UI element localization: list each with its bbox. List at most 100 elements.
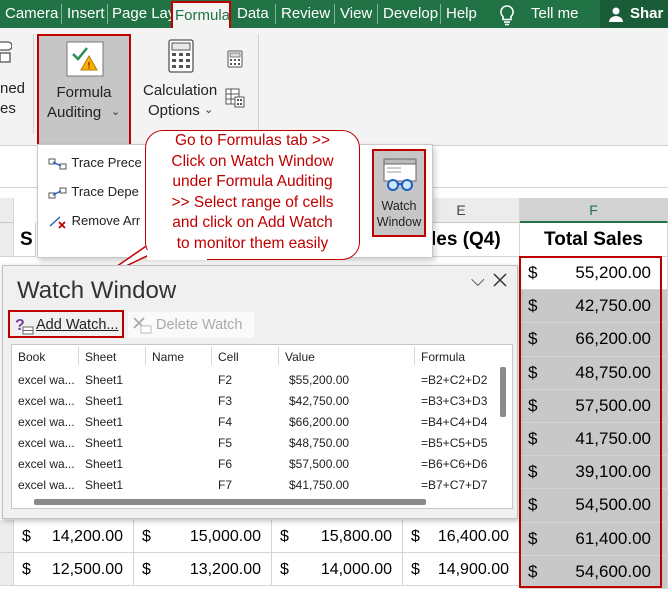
watch-list: Book Sheet Name Cell Value Formula excel… (11, 344, 513, 509)
ribbon-tab-bar: Camera Insert Page Lay Formula Data Revi… (0, 0, 668, 28)
ribbon-body: ned es ! Formula Auditing ⌄ Calculation … (0, 28, 668, 146)
selected-range-highlight (519, 256, 662, 588)
trace-precedents-icon (48, 158, 67, 170)
sales-value: 13,200.00 (189, 561, 261, 578)
tab-page-layout[interactable]: Page Lay (112, 5, 175, 22)
sales-cell[interactable]: $14,000.00 (272, 553, 403, 586)
currency-symbol: $ (142, 561, 151, 578)
tab-review[interactable]: Review (281, 5, 330, 22)
header-cell-total-sales[interactable]: Total Sales (520, 223, 668, 257)
watch-row[interactable]: excel wa... Sheet1 F7 $41,750.00 =B7+C7+D7 (12, 475, 502, 496)
trace-dependents-item[interactable]: Trace Depe (48, 184, 139, 201)
watch-row[interactable]: excel wa... Sheet1 F5 $48,750.00 =B5+C5+D5 (12, 433, 502, 454)
sales-value: 14,900.00 (437, 561, 509, 578)
defined-names-label-2[interactable]: es (0, 100, 16, 117)
lightbulb-icon (500, 5, 514, 26)
row-header[interactable] (0, 553, 14, 586)
tell-me-search[interactable]: Tell me (531, 5, 579, 22)
calculator-icon (168, 39, 194, 73)
remove-arrows-item[interactable]: Remove Arr (48, 213, 140, 230)
chevron-down-icon: ⌄ (204, 104, 214, 116)
watch-window-icon (383, 158, 417, 191)
watch-cell: =B4+C4+D4 (421, 415, 488, 429)
trace-dependents-icon (48, 187, 67, 199)
watch-cell: F2 (218, 373, 233, 387)
add-watch-button[interactable]: ? Add Watch... (8, 310, 124, 338)
sales-cell[interactable]: $14,200.00 (14, 520, 134, 553)
watch-col-sheet[interactable]: Sheet (85, 350, 116, 364)
watch-row[interactable]: excel wa... Sheet1 F4 $66,200.00 =B4+C4+D4 (12, 412, 502, 433)
watch-cell: Sheet1 (85, 373, 124, 387)
watch-cell: =B5+C5+D5 (421, 436, 488, 450)
watch-col-book[interactable]: Book (18, 350, 45, 364)
watch-cell: Sheet1 (85, 415, 124, 429)
tab-developer[interactable]: Develop (383, 5, 438, 22)
column-header-blank (0, 198, 14, 223)
watch-row[interactable]: excel wa... Sheet1 F3 $42,750.00 =B3+C3+D3 (12, 391, 502, 412)
collapse-chevron-icon[interactable]: ⌵ (471, 270, 485, 291)
sales-cell[interactable]: $15,000.00 (134, 520, 272, 553)
header-cell-partial[interactable]: S (14, 223, 36, 257)
watch-col-formula[interactable]: Formula (421, 350, 465, 364)
watch-cell: excel wa... (18, 415, 75, 429)
watch-cell: =B3+C3+D3 (421, 394, 488, 408)
watch-cell: F7 (218, 478, 233, 492)
currency-symbol: $ (22, 561, 31, 578)
tab-formulas[interactable]: Formula (171, 1, 231, 28)
sales-cell[interactable]: $12,500.00 (14, 553, 134, 586)
currency-symbol: $ (22, 528, 31, 545)
add-watch-icon: ? (15, 317, 34, 335)
row-header[interactable] (0, 520, 14, 553)
watch-col-cell[interactable]: Cell (218, 350, 239, 364)
sales-value: 12,500.00 (51, 561, 123, 578)
watch-row[interactable]: excel wa... Sheet1 F2 $55,200.00 =B2+C2+D2 (12, 370, 502, 391)
watch-window-button[interactable]: Watch Window (372, 149, 426, 237)
sales-cell[interactable]: $13,200.00 (134, 553, 272, 586)
watch-cell: excel wa... (18, 394, 75, 408)
defined-names-icon (0, 41, 12, 63)
remove-arrows-icon (49, 216, 66, 229)
column-header-f[interactable]: F (520, 198, 668, 223)
watch-vertical-scrollbar[interactable] (500, 367, 506, 417)
currency-symbol: $ (280, 561, 289, 578)
sales-cell[interactable]: $14,900.00 (403, 553, 520, 586)
tab-help[interactable]: Help (446, 5, 477, 22)
watch-cell: excel wa... (18, 373, 75, 387)
calculation-options-label-2[interactable]: Options (148, 102, 200, 119)
currency-symbol: $ (411, 528, 420, 545)
watch-cell: excel wa... (18, 457, 75, 471)
tab-insert[interactable]: Insert (67, 5, 105, 22)
watch-cell: excel wa... (18, 478, 75, 492)
watch-cell: $55,200.00 (289, 373, 350, 387)
calculate-sheet-icon[interactable] (225, 88, 245, 108)
bottom-rows: $14,200.00 $15,000.00 $15,800.00 $16,400.00… (0, 520, 520, 590)
watch-cell: $66,200.00 (289, 415, 350, 429)
sales-cell[interactable]: $16,400.00 (403, 520, 520, 553)
watch-cell: F3 (218, 394, 233, 408)
watch-cell: $41,750.00 (289, 478, 350, 492)
delete-watch-button[interactable]: Delete Watch (128, 312, 254, 338)
watch-cell: Sheet1 (85, 394, 124, 408)
currency-symbol: $ (411, 561, 420, 578)
watch-col-value[interactable]: Value (285, 350, 315, 364)
tab-data[interactable]: Data (237, 5, 269, 22)
watch-cell: $42,750.00 (289, 394, 350, 408)
sales-value: 15,000.00 (189, 528, 261, 545)
share-button[interactable]: Shar (600, 0, 668, 28)
sales-value: 14,200.00 (51, 528, 123, 545)
watch-horizontal-scrollbar[interactable] (34, 499, 426, 505)
trace-precedents-item[interactable]: Trace Prece (48, 155, 142, 172)
watch-window-title: Watch Window (17, 277, 177, 304)
calculation-options-label[interactable]: Calculation (143, 82, 217, 99)
tab-view[interactable]: View (340, 5, 372, 22)
watch-cell: =B2+C2+D2 (421, 373, 488, 387)
formula-auditing-button[interactable]: ! Formula Auditing ⌄ (37, 34, 131, 146)
watch-row[interactable]: excel wa... Sheet1 F6 $57,500.00 =B6+C6+D6 (12, 454, 502, 475)
watch-col-name[interactable]: Name (152, 350, 184, 364)
watch-cell: Sheet1 (85, 457, 124, 471)
sales-cell[interactable]: $15,800.00 (272, 520, 403, 553)
defined-names-label[interactable]: ned (0, 80, 25, 97)
tab-camera[interactable]: Camera (5, 5, 58, 22)
calculate-now-icon[interactable] (227, 50, 243, 68)
close-icon[interactable] (493, 273, 507, 287)
